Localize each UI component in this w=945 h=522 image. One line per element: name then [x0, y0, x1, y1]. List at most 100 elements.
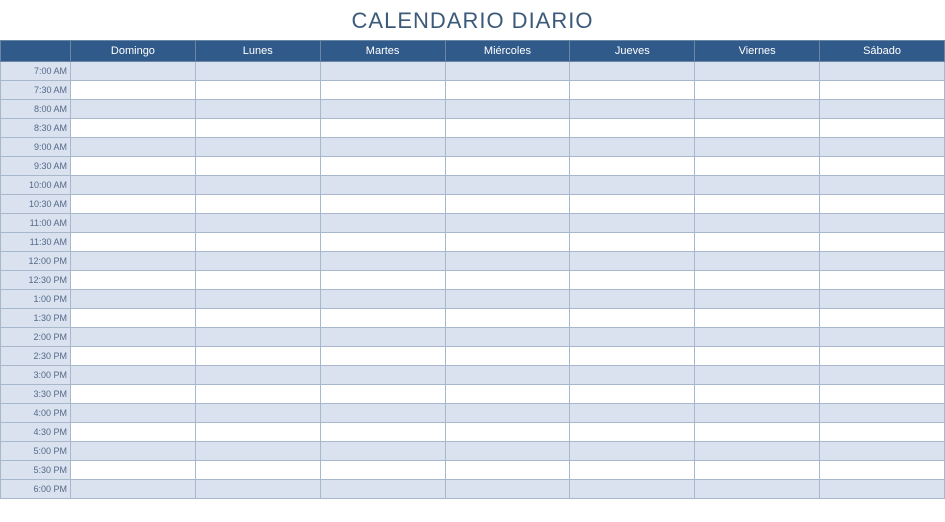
calendar-cell[interactable] [695, 138, 820, 157]
calendar-cell[interactable] [695, 119, 820, 138]
calendar-cell[interactable] [570, 119, 695, 138]
calendar-cell[interactable] [195, 119, 320, 138]
calendar-cell[interactable] [445, 404, 570, 423]
calendar-cell[interactable] [570, 176, 695, 195]
calendar-cell[interactable] [820, 176, 945, 195]
calendar-cell[interactable] [570, 81, 695, 100]
calendar-cell[interactable] [195, 347, 320, 366]
calendar-cell[interactable] [320, 461, 445, 480]
calendar-cell[interactable] [445, 328, 570, 347]
calendar-cell[interactable] [195, 309, 320, 328]
calendar-cell[interactable] [695, 404, 820, 423]
calendar-cell[interactable] [445, 81, 570, 100]
calendar-cell[interactable] [820, 214, 945, 233]
calendar-cell[interactable] [820, 62, 945, 81]
calendar-cell[interactable] [820, 271, 945, 290]
calendar-cell[interactable] [195, 138, 320, 157]
calendar-cell[interactable] [695, 233, 820, 252]
calendar-cell[interactable] [445, 385, 570, 404]
calendar-cell[interactable] [195, 404, 320, 423]
calendar-cell[interactable] [320, 62, 445, 81]
calendar-cell[interactable] [195, 176, 320, 195]
calendar-cell[interactable] [820, 119, 945, 138]
calendar-cell[interactable] [695, 442, 820, 461]
calendar-cell[interactable] [320, 119, 445, 138]
calendar-cell[interactable] [445, 157, 570, 176]
calendar-cell[interactable] [695, 290, 820, 309]
calendar-cell[interactable] [695, 214, 820, 233]
calendar-cell[interactable] [570, 62, 695, 81]
calendar-cell[interactable] [570, 233, 695, 252]
calendar-cell[interactable] [695, 385, 820, 404]
calendar-cell[interactable] [570, 347, 695, 366]
calendar-cell[interactable] [695, 81, 820, 100]
calendar-cell[interactable] [570, 480, 695, 499]
calendar-cell[interactable] [195, 214, 320, 233]
calendar-cell[interactable] [695, 176, 820, 195]
calendar-cell[interactable] [195, 385, 320, 404]
calendar-cell[interactable] [320, 271, 445, 290]
calendar-cell[interactable] [445, 62, 570, 81]
calendar-cell[interactable] [195, 461, 320, 480]
calendar-cell[interactable] [320, 214, 445, 233]
calendar-cell[interactable] [71, 214, 196, 233]
calendar-cell[interactable] [820, 309, 945, 328]
calendar-cell[interactable] [195, 157, 320, 176]
calendar-cell[interactable] [71, 290, 196, 309]
calendar-cell[interactable] [820, 347, 945, 366]
calendar-cell[interactable] [695, 347, 820, 366]
calendar-cell[interactable] [445, 347, 570, 366]
calendar-cell[interactable] [820, 423, 945, 442]
calendar-cell[interactable] [71, 176, 196, 195]
calendar-cell[interactable] [445, 176, 570, 195]
calendar-cell[interactable] [570, 309, 695, 328]
calendar-cell[interactable] [71, 271, 196, 290]
calendar-cell[interactable] [320, 404, 445, 423]
calendar-cell[interactable] [195, 480, 320, 499]
calendar-cell[interactable] [570, 195, 695, 214]
calendar-cell[interactable] [820, 100, 945, 119]
calendar-cell[interactable] [820, 138, 945, 157]
calendar-cell[interactable] [445, 252, 570, 271]
calendar-cell[interactable] [195, 81, 320, 100]
calendar-cell[interactable] [695, 252, 820, 271]
calendar-cell[interactable] [320, 195, 445, 214]
calendar-cell[interactable] [445, 461, 570, 480]
calendar-cell[interactable] [445, 309, 570, 328]
calendar-cell[interactable] [71, 404, 196, 423]
calendar-cell[interactable] [445, 423, 570, 442]
calendar-cell[interactable] [195, 442, 320, 461]
calendar-cell[interactable] [820, 461, 945, 480]
calendar-cell[interactable] [445, 195, 570, 214]
calendar-cell[interactable] [71, 347, 196, 366]
calendar-cell[interactable] [320, 176, 445, 195]
calendar-cell[interactable] [570, 271, 695, 290]
calendar-cell[interactable] [195, 366, 320, 385]
calendar-cell[interactable] [820, 157, 945, 176]
calendar-cell[interactable] [695, 195, 820, 214]
calendar-cell[interactable] [695, 62, 820, 81]
calendar-cell[interactable] [320, 385, 445, 404]
calendar-cell[interactable] [71, 81, 196, 100]
calendar-cell[interactable] [320, 290, 445, 309]
calendar-cell[interactable] [195, 271, 320, 290]
calendar-cell[interactable] [195, 195, 320, 214]
calendar-cell[interactable] [820, 442, 945, 461]
calendar-cell[interactable] [195, 252, 320, 271]
calendar-cell[interactable] [445, 233, 570, 252]
calendar-cell[interactable] [71, 461, 196, 480]
calendar-cell[interactable] [570, 366, 695, 385]
calendar-cell[interactable] [445, 442, 570, 461]
calendar-cell[interactable] [71, 62, 196, 81]
calendar-cell[interactable] [570, 214, 695, 233]
calendar-cell[interactable] [320, 81, 445, 100]
calendar-cell[interactable] [71, 309, 196, 328]
calendar-cell[interactable] [71, 100, 196, 119]
calendar-cell[interactable] [320, 328, 445, 347]
calendar-cell[interactable] [820, 404, 945, 423]
calendar-cell[interactable] [445, 214, 570, 233]
calendar-cell[interactable] [570, 423, 695, 442]
calendar-cell[interactable] [695, 309, 820, 328]
calendar-cell[interactable] [71, 119, 196, 138]
calendar-cell[interactable] [570, 157, 695, 176]
